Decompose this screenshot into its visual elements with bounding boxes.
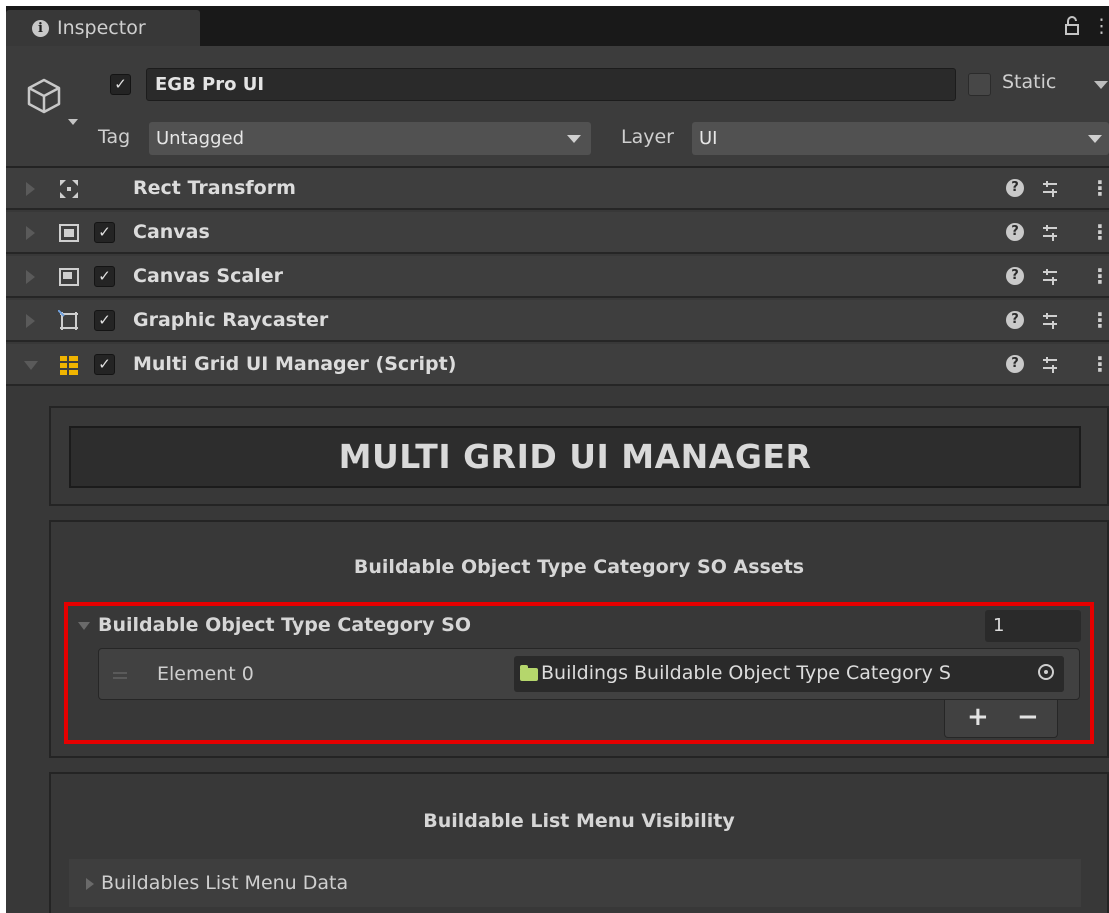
layer-label: Layer (621, 126, 674, 148)
tag-label: Tag (98, 126, 131, 148)
presets-icon[interactable] (1039, 266, 1061, 288)
assets-section-title: Buildable Object Type Category SO Assets (353, 556, 805, 578)
component-graphic-raycaster[interactable]: ✓ Graphic Raycaster ? ⋮ (6, 300, 1109, 342)
list-foldout[interactable]: Buildable Object Type Category SO (78, 614, 471, 636)
component-menu-icon[interactable]: ⋮ (1090, 220, 1109, 244)
object-header: ✓ EGB Pro UI Static Tag Untagged Layer U… (6, 46, 1109, 168)
drag-handle-icon[interactable] (113, 672, 127, 674)
static-label: Static (1002, 71, 1057, 93)
component-canvas-scaler[interactable]: ✓ Canvas Scaler ? ⋮ (6, 256, 1109, 298)
enabled-checkbox[interactable]: ✓ (94, 310, 115, 331)
target-icon (1038, 664, 1054, 680)
object-name-field[interactable]: EGB Pro UI (146, 68, 956, 101)
component-title: Canvas Scaler (133, 265, 283, 287)
buildables-list-menu-foldout[interactable]: Buildables List Menu Data (69, 859, 1081, 907)
tab-title: Inspector (57, 17, 146, 39)
layer-value: UI (699, 128, 718, 149)
highlight-box: Buildable Object Type Category SO 1 Elem… (64, 602, 1094, 744)
active-checkbox[interactable]: ✓ (110, 74, 131, 95)
canvas-icon (59, 224, 79, 242)
foldout-arrow-icon[interactable] (26, 182, 35, 196)
tab-bar: i Inspector ⋮ (6, 6, 1109, 46)
layer-dropdown[interactable]: UI (692, 122, 1109, 155)
tab-inspector[interactable]: i Inspector (6, 10, 200, 46)
component-title: Graphic Raycaster (133, 309, 329, 331)
foldout-arrow-icon (78, 621, 90, 630)
foldout-arrow-icon[interactable] (26, 270, 35, 284)
list-body: Element 0 Buildings Buildable Object Typ… (98, 648, 1080, 700)
graphic-raycaster-icon (58, 310, 78, 330)
visibility-section-title: Buildable List Menu Visibility (423, 810, 735, 832)
lock-icon[interactable] (1064, 16, 1080, 40)
enabled-checkbox[interactable]: ✓ (94, 222, 115, 243)
help-icon[interactable]: ? (1006, 179, 1024, 197)
canvas-scaler-icon (59, 268, 79, 286)
more-options-icon[interactable]: ⋮ (1092, 16, 1109, 36)
element-label: Element 0 (157, 663, 254, 685)
component-menu-icon[interactable]: ⋮ (1090, 176, 1109, 200)
component-title: Rect Transform (133, 177, 296, 199)
static-dropdown-icon[interactable] (1094, 81, 1108, 89)
component-canvas[interactable]: ✓ Canvas ? ⋮ (6, 212, 1109, 254)
chevron-down-icon (1088, 135, 1102, 143)
gameobject-cube-icon[interactable] (24, 76, 64, 116)
component-menu-icon[interactable]: ⋮ (1090, 352, 1109, 376)
foldout-arrow-icon[interactable] (26, 226, 35, 240)
object-field[interactable]: Buildings Buildable Object Type Category… (514, 656, 1064, 692)
tag-dropdown[interactable]: Untagged (149, 122, 591, 155)
object-field-value: Buildings Buildable Object Type Category… (541, 662, 951, 684)
foldout-arrow-icon[interactable] (24, 361, 38, 370)
chevron-down-icon (567, 135, 581, 143)
presets-icon[interactable] (1039, 222, 1061, 244)
info-icon: i (32, 19, 49, 37)
enabled-checkbox[interactable]: ✓ (94, 266, 115, 287)
presets-icon[interactable] (1039, 178, 1061, 200)
add-element-button[interactable]: + (967, 700, 989, 734)
script-banner-title: MULTI GRID UI MANAGER (69, 426, 1081, 488)
component-rect-transform[interactable]: Rect Transform ? ⋮ (6, 168, 1109, 210)
presets-icon[interactable] (1039, 354, 1061, 376)
enabled-checkbox[interactable]: ✓ (94, 354, 115, 375)
component-title: Multi Grid UI Manager (Script) (133, 353, 457, 375)
object-picker-button[interactable] (1030, 656, 1064, 692)
remove-element-button[interactable]: − (1017, 700, 1039, 734)
assets-panel: Buildable Object Type Category SO Assets… (49, 520, 1109, 758)
visibility-panel: Buildable List Menu Visibility Buildable… (49, 772, 1109, 913)
tag-value: Untagged (156, 128, 245, 149)
list-size-field[interactable]: 1 (985, 610, 1081, 642)
banner-panel: MULTI GRID UI MANAGER (49, 406, 1109, 506)
component-title: Canvas (133, 221, 210, 243)
component-multi-grid-ui-manager[interactable]: ✓ Multi Grid UI Manager (Script) ? ⋮ (6, 344, 1109, 386)
script-icon (60, 356, 78, 375)
foldout-arrow-icon[interactable] (26, 314, 35, 328)
component-menu-icon[interactable]: ⋮ (1090, 308, 1109, 332)
help-icon[interactable]: ? (1006, 267, 1024, 285)
list-footer: + − (944, 700, 1058, 738)
foldout-label: Buildables List Menu Data (101, 872, 349, 894)
presets-icon[interactable] (1039, 310, 1061, 332)
icon-dropdown-icon[interactable] (68, 119, 78, 125)
static-checkbox[interactable] (968, 73, 991, 96)
foldout-arrow-icon (86, 877, 94, 890)
help-icon[interactable]: ? (1006, 311, 1024, 329)
folder-icon (520, 665, 538, 681)
help-icon[interactable]: ? (1006, 355, 1024, 373)
list-label: Buildable Object Type Category SO (98, 614, 471, 636)
inspector-window: i Inspector ⋮ ✓ EGB Pro UI Static Tag Un… (6, 6, 1109, 913)
rect-transform-icon (60, 180, 78, 198)
help-icon[interactable]: ? (1006, 223, 1024, 241)
component-menu-icon[interactable]: ⋮ (1090, 264, 1109, 288)
